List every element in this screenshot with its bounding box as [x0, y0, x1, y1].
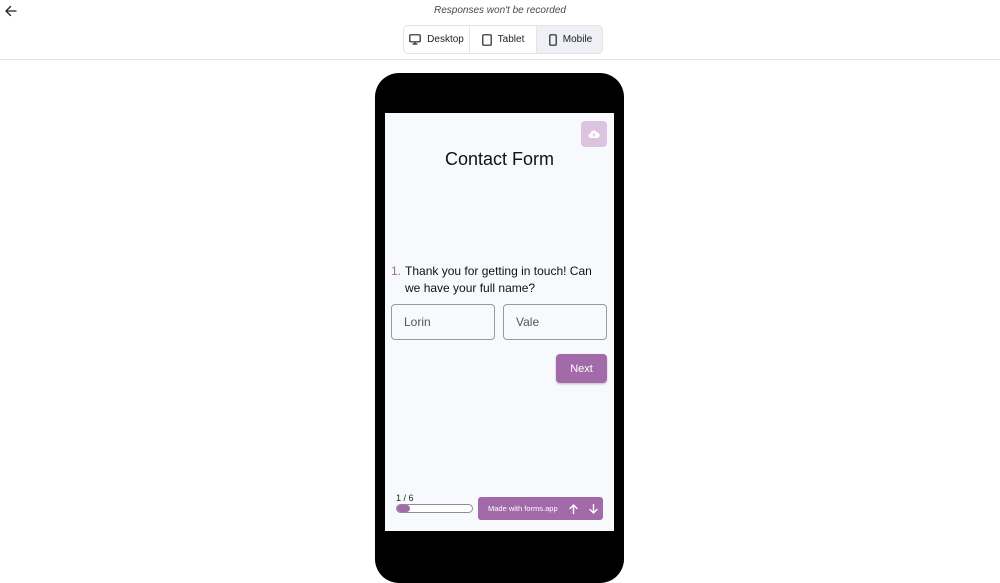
- last-name-input[interactable]: [503, 304, 607, 340]
- device-option-label: Desktop: [427, 34, 464, 45]
- cloud-upload-icon: [588, 130, 600, 139]
- device-switcher: Desktop Tablet Mobile: [403, 25, 603, 54]
- mobile-icon: [548, 33, 557, 46]
- first-name-input[interactable]: [391, 304, 495, 340]
- question-number: 1.: [391, 264, 402, 278]
- progress-bar: [396, 504, 473, 513]
- device-option-desktop[interactable]: Desktop: [404, 26, 470, 53]
- device-option-tablet[interactable]: Tablet: [470, 26, 537, 53]
- phone-frame: Contact Form 1. Thank you for getting in…: [375, 73, 624, 583]
- progress-label: 1 / 6: [396, 493, 414, 503]
- next-button[interactable]: Next: [556, 354, 607, 383]
- tablet-icon: [481, 33, 492, 46]
- preview-notice: Responses won't be recorded: [434, 5, 566, 16]
- progress-fill: [397, 505, 410, 512]
- device-option-label: Mobile: [562, 34, 593, 45]
- desktop-icon: [409, 34, 421, 45]
- cloud-upload-button[interactable]: [581, 121, 607, 147]
- question-text: Thank you for getting in touch! Can we h…: [405, 264, 592, 295]
- preview-header: Responses won't be recorded Desktop Tabl…: [0, 0, 1000, 60]
- brand-link[interactable]: Made with forms.app: [488, 504, 563, 513]
- form-screen: Contact Form 1. Thank you for getting in…: [385, 113, 614, 531]
- device-option-mobile[interactable]: Mobile: [537, 26, 602, 53]
- arrow-down-icon: [588, 503, 598, 514]
- device-option-label: Tablet: [497, 34, 525, 45]
- question: 1. Thank you for getting in touch! Can w…: [391, 263, 609, 297]
- arrow-up-icon: [568, 503, 578, 514]
- previous-question-button[interactable]: [563, 497, 583, 520]
- next-question-button[interactable]: [583, 497, 603, 520]
- branding-bar: Made with forms.app: [478, 497, 603, 520]
- form-title: Contact Form: [444, 149, 555, 169]
